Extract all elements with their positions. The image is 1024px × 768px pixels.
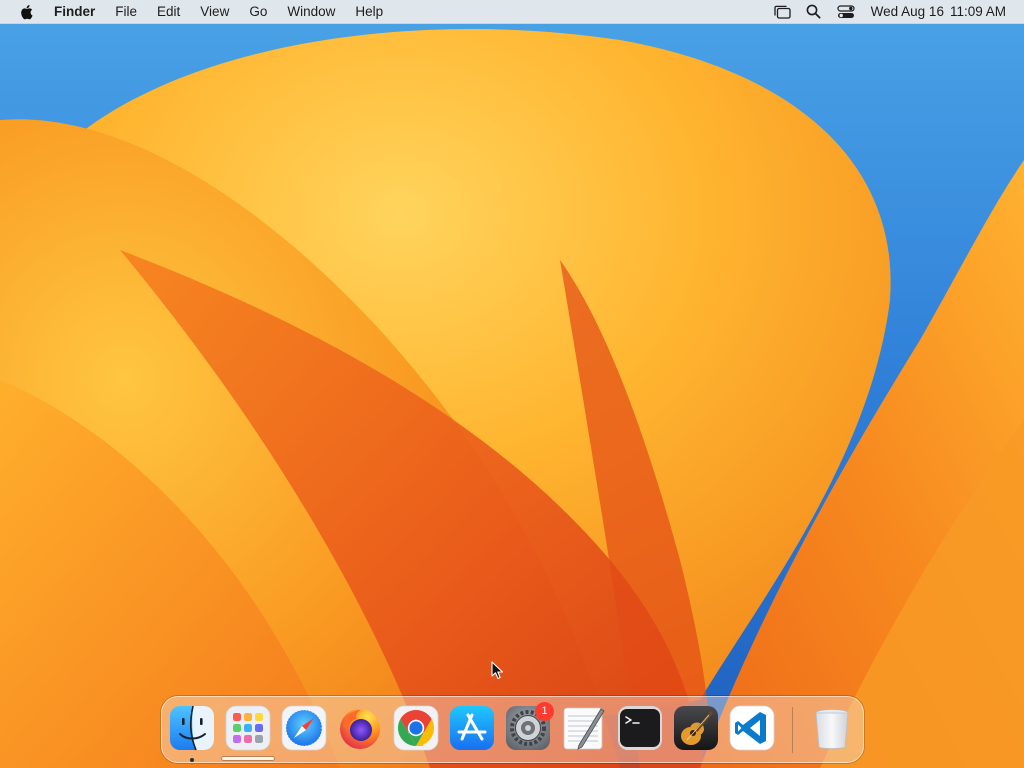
dock-item-chrome[interactable]: [393, 705, 439, 751]
dock-item-firefox[interactable]: [337, 705, 383, 751]
finder-icon: [170, 705, 214, 751]
dock-item-system-settings[interactable]: 1: [505, 702, 554, 751]
safari-icon: [281, 705, 327, 751]
dock-item-finder[interactable]: [169, 705, 215, 762]
notification-badge: 1: [535, 702, 554, 721]
dock-item-trash[interactable]: [809, 705, 855, 751]
clock-date: Wed Aug 16: [870, 4, 944, 19]
dock-item-launchpad[interactable]: [225, 705, 271, 751]
mouse-pointer-icon: [491, 661, 504, 680]
terminal-icon: [618, 706, 662, 750]
garageband-icon: [674, 706, 718, 750]
launchpad-progress-bar: [222, 757, 274, 760]
dock-separator: [792, 707, 793, 753]
control-center-icon[interactable]: [837, 4, 855, 20]
vscode-icon: [729, 705, 775, 751]
apple-logo-icon[interactable]: [19, 4, 33, 20]
menu-file[interactable]: File: [105, 0, 147, 24]
dock: 1: [161, 696, 864, 763]
menu-window[interactable]: Window: [277, 0, 345, 24]
dock-item-garageband[interactable]: [673, 705, 719, 751]
menu-help[interactable]: Help: [345, 0, 393, 24]
launchpad-icon: [225, 705, 271, 751]
menu-edit[interactable]: Edit: [147, 0, 190, 24]
firefox-icon: [340, 709, 380, 749]
spotlight-search-icon[interactable]: [805, 4, 823, 20]
menu-view[interactable]: View: [190, 0, 239, 24]
desktop-wallpaper: [0, 0, 1024, 768]
menu-go[interactable]: Go: [239, 0, 277, 24]
stage-manager-icon[interactable]: [773, 4, 791, 20]
dock-item-vscode[interactable]: [729, 705, 775, 751]
dock-item-app-store[interactable]: [449, 705, 495, 751]
textedit-icon: [563, 707, 605, 750]
dock-item-safari[interactable]: [281, 705, 327, 751]
menu-bar: Finder File Edit View Go Window Help Wed…: [0, 0, 1024, 24]
dock-item-terminal[interactable]: [617, 705, 663, 751]
app-store-icon: [450, 706, 494, 750]
clock-time: 11:09 AM: [949, 4, 1006, 19]
running-indicator: [190, 758, 194, 762]
menu-bar-clock[interactable]: Wed Aug 16 11:09 AM: [871, 4, 1006, 19]
dock-item-textedit[interactable]: [561, 705, 607, 751]
trash-icon: [815, 709, 849, 749]
menu-app-finder[interactable]: Finder: [52, 0, 105, 24]
chrome-icon: [393, 705, 439, 751]
